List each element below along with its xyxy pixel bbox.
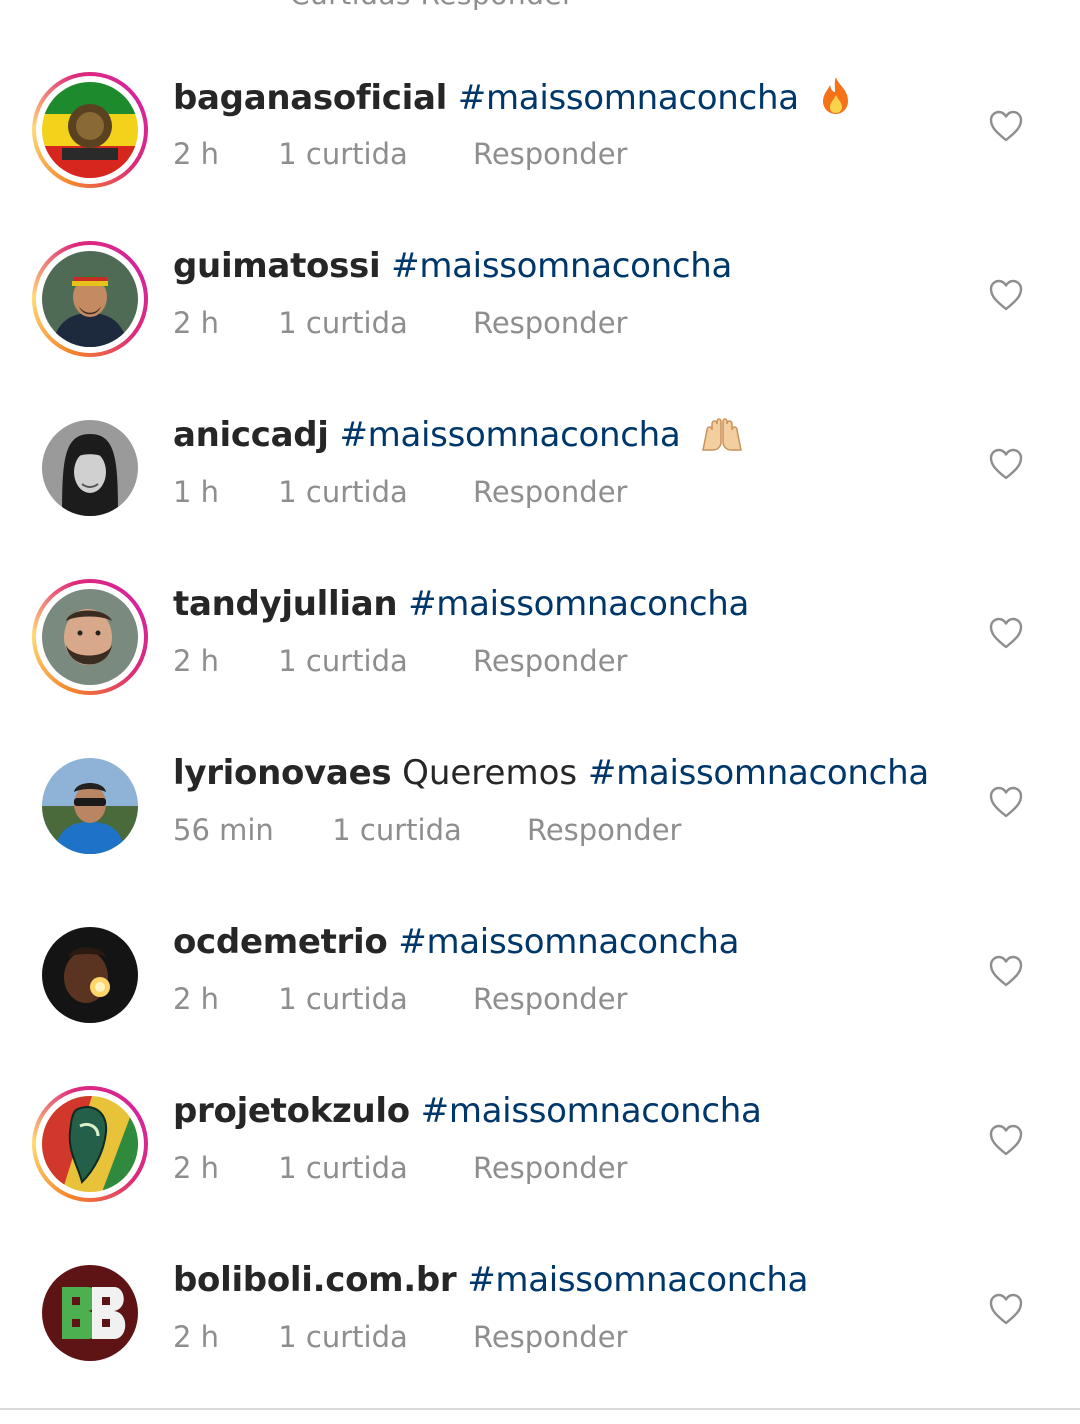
comment-meta: 2 h 1 curtida Responder: [173, 1319, 627, 1355]
comment-likes[interactable]: 1 curtida: [278, 136, 408, 172]
user-photo-avatar: [42, 927, 138, 1023]
comment-time: 56 min: [173, 813, 274, 847]
comment-item: ocdemetrio #maissomnaconcha 2 h 1 curtid…: [0, 917, 1080, 1086]
comment-meta: 1 h 1 curtida Responder: [173, 474, 627, 510]
comment-time: 1 h: [173, 475, 220, 509]
reply-button[interactable]: Responder: [473, 305, 628, 341]
avatar[interactable]: [32, 917, 148, 1033]
comment-likes[interactable]: 1 curtida: [278, 643, 408, 679]
comment-username[interactable]: baganasoficial: [173, 78, 447, 118]
like-heart-icon[interactable]: [988, 1123, 1024, 1157]
like-heart-icon[interactable]: [988, 1292, 1024, 1326]
avatar[interactable]: [32, 1086, 148, 1202]
comment-time: 2 h: [173, 306, 220, 340]
comment-text: projetokzulo #maissomnaconcha: [173, 1089, 762, 1133]
comment-likes[interactable]: 1 curtida: [278, 1319, 408, 1355]
comment-text: aniccadj #maissomnaconcha: [173, 413, 745, 463]
like-heart-icon[interactable]: [988, 447, 1024, 481]
like-heart-icon[interactable]: [988, 616, 1024, 650]
comment-username[interactable]: aniccadj: [173, 415, 329, 455]
comment-text: lyrionovaes Queremos #maissomnaconcha: [173, 751, 929, 795]
reply-button[interactable]: Responder: [473, 474, 628, 510]
comment-hashtag[interactable]: #maissomnaconcha: [408, 584, 749, 624]
user-photo-avatar: [42, 251, 138, 347]
comment-meta: 2 h 1 curtida Responder: [173, 643, 627, 679]
avatar[interactable]: [32, 579, 148, 695]
comment-text: tandyjullian #maissomnaconcha: [173, 582, 749, 626]
comment-body: Queremos: [402, 753, 578, 793]
reply-button[interactable]: Responder: [473, 136, 628, 172]
avatar[interactable]: [32, 748, 148, 864]
comment-item: aniccadj #maissomnaconcha 1 h 1 curtida …: [0, 410, 1080, 579]
comment-likes[interactable]: 1 curtida: [278, 474, 408, 510]
comment-text: boliboli.com.br #maissomnaconcha: [173, 1258, 808, 1302]
comment-meta: 2 h 1 curtida Responder: [173, 1150, 627, 1186]
user-photo-avatar: [42, 758, 138, 854]
user-photo-avatar: [42, 589, 138, 685]
comment-item: baganasoficial #maissomnaconcha 2 h 1 cu…: [0, 72, 1080, 241]
comment-username[interactable]: lyrionovaes: [173, 753, 392, 793]
comment-meta: 2 h 1 curtida Responder: [173, 136, 627, 172]
comment-username[interactable]: guimatossi: [173, 246, 381, 286]
reply-button[interactable]: Responder: [473, 643, 628, 679]
comment-hashtag[interactable]: #maissomnaconcha: [588, 753, 929, 793]
comment-hashtag[interactable]: #maissomnaconcha: [421, 1091, 762, 1131]
comment-meta: 56 min 1 curtida Responder: [173, 812, 681, 848]
previous-comment-meta: Curtidas Responder: [290, 0, 574, 11]
reply-button[interactable]: Responder: [473, 1150, 628, 1186]
comment-item: guimatossi #maissomnaconcha 2 h 1 curtid…: [0, 241, 1080, 410]
boliboli-logo-avatar: [42, 1265, 138, 1361]
comment-username[interactable]: ocdemetrio: [173, 922, 388, 962]
comment-time: 2 h: [173, 137, 220, 171]
comment-time: 2 h: [173, 1320, 220, 1354]
comment-item: tandyjullian #maissomnaconcha 2 h 1 curt…: [0, 579, 1080, 748]
comment-username[interactable]: boliboli.com.br: [173, 1260, 457, 1300]
avatar[interactable]: [32, 72, 148, 188]
comment-hashtag[interactable]: #maissomnaconcha: [339, 415, 680, 455]
comment-likes[interactable]: 1 curtida: [278, 305, 408, 341]
comment-likes[interactable]: 1 curtida: [332, 812, 462, 848]
baganas-logo-avatar: [42, 82, 138, 178]
comment-item: projetokzulo #maissomnaconcha 2 h 1 curt…: [0, 1086, 1080, 1255]
avatar[interactable]: [32, 410, 148, 526]
comment-hashtag[interactable]: #maissomnaconcha: [398, 922, 739, 962]
avatar[interactable]: [32, 1255, 148, 1371]
projetokzulo-logo-avatar: [42, 1096, 138, 1192]
comment-username[interactable]: projetokzulo: [173, 1091, 410, 1131]
divider: [0, 1408, 1080, 1410]
reply-button[interactable]: Responder: [527, 812, 682, 848]
like-heart-icon[interactable]: [988, 278, 1024, 312]
avatar[interactable]: [32, 241, 148, 357]
comment-likes[interactable]: 1 curtida: [278, 1150, 408, 1186]
comment-hashtag[interactable]: #maissomnaconcha: [467, 1260, 808, 1300]
comment-username[interactable]: tandyjullian: [173, 584, 398, 624]
comment-meta: 2 h 1 curtida Responder: [173, 981, 627, 1017]
reply-button[interactable]: Responder: [473, 1319, 628, 1355]
comment-text: ocdemetrio #maissomnaconcha: [173, 920, 740, 964]
like-heart-icon[interactable]: [988, 109, 1024, 143]
comment-time: 2 h: [173, 644, 220, 678]
comment-meta: 2 h 1 curtida Responder: [173, 305, 627, 341]
comment-likes[interactable]: 1 curtida: [278, 981, 408, 1017]
like-heart-icon[interactable]: [988, 954, 1024, 988]
like-heart-icon[interactable]: [988, 785, 1024, 819]
reply-button[interactable]: Responder: [473, 981, 628, 1017]
comment-hashtag[interactable]: #maissomnaconcha: [391, 246, 732, 286]
user-photo-avatar: [42, 420, 138, 516]
comment-item: lyrionovaes Queremos #maissomnaconcha 56…: [0, 748, 1080, 917]
comment-text: baganasoficial #maissomnaconcha: [173, 75, 854, 126]
comment-item: boliboli.com.br #maissomnaconcha 2 h 1 c…: [0, 1255, 1080, 1424]
fire-emoji-icon: [818, 75, 854, 126]
raising-hands-emoji-icon: [699, 416, 745, 463]
comment-hashtag[interactable]: #maissomnaconcha: [458, 78, 799, 118]
comment-text: guimatossi #maissomnaconcha: [173, 244, 732, 288]
comment-time: 2 h: [173, 982, 220, 1016]
comment-time: 2 h: [173, 1151, 220, 1185]
